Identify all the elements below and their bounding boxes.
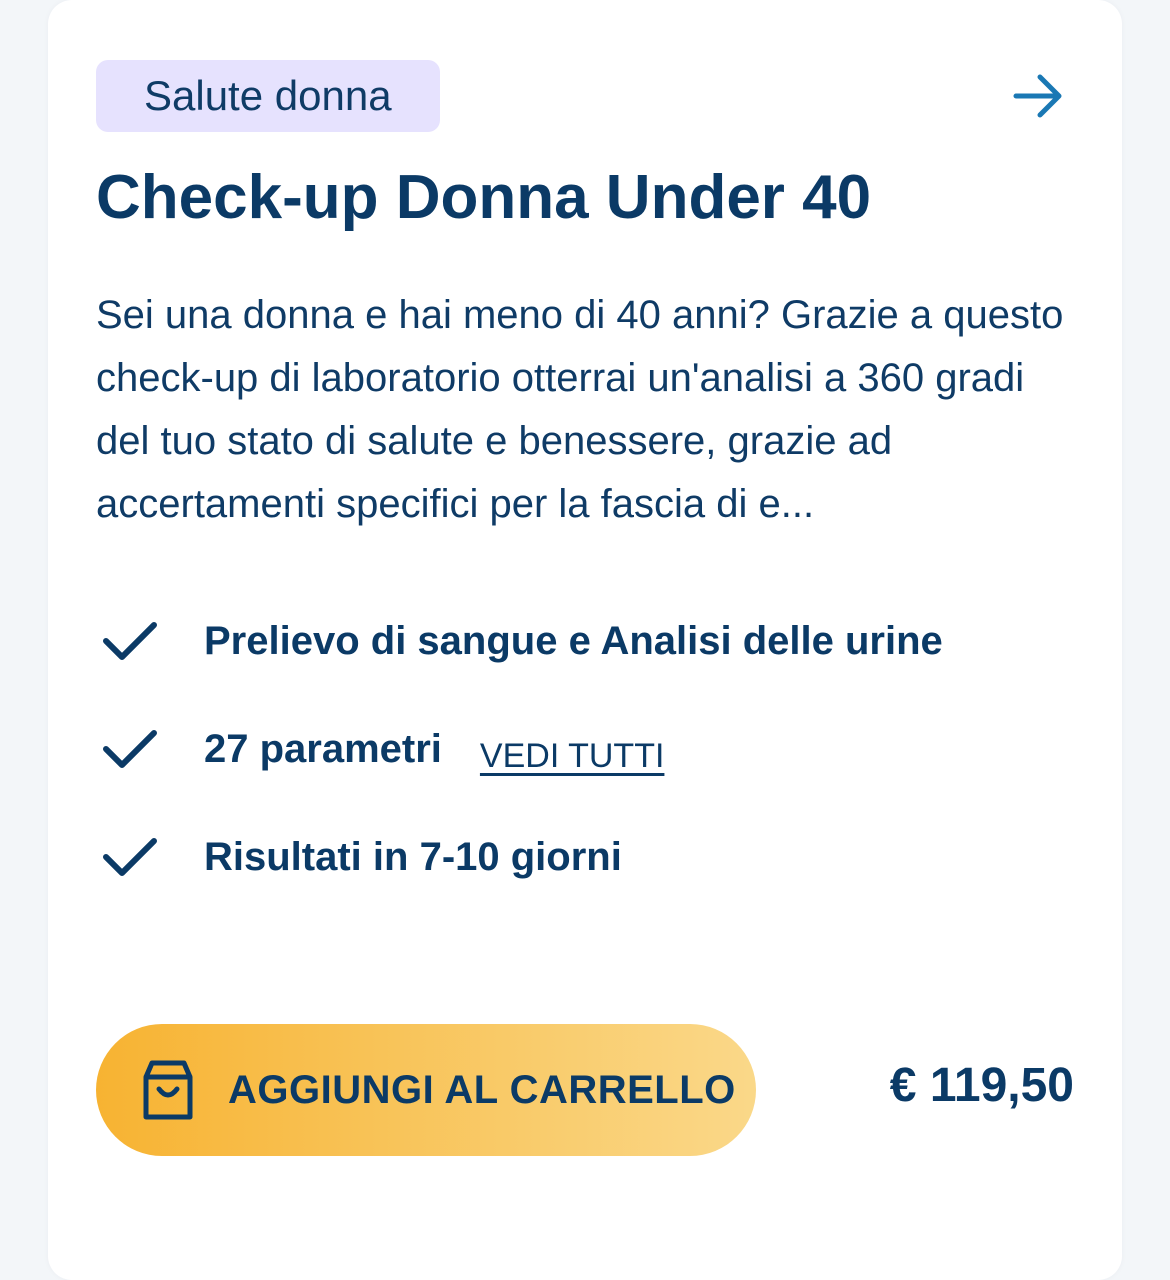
product-title: Check-up Donna Under 40 (96, 163, 872, 232)
check-icon (100, 827, 160, 887)
add-to-cart-label: AGGIUNGI AL CARRELLO (228, 1067, 736, 1112)
shopping-bag-icon (136, 1055, 200, 1125)
feature-item: Prelievo di sangue e Analisi delle urine (100, 606, 1080, 676)
feature-item: Risultati in 7-10 giorni (100, 822, 1080, 892)
feature-list: Prelievo di sangue e Analisi delle urine… (100, 606, 1080, 930)
feature-text: Risultati in 7-10 giorni (204, 834, 622, 879)
product-card: Salute donna Check-up Donna Under 40 Sei… (48, 0, 1122, 1280)
product-description: Sei una donna e hai meno di 40 anni? Gra… (96, 293, 1064, 526)
arrow-right-icon[interactable] (1006, 64, 1070, 128)
feature-text: 27 parametri (204, 726, 442, 771)
check-icon (100, 719, 160, 779)
feature-item: 27 parametri VEDI TUTTI (100, 714, 1080, 784)
feature-text: Prelievo di sangue e Analisi delle urine (204, 618, 943, 663)
add-to-cart-button[interactable]: AGGIUNGI AL CARRELLO (96, 1024, 756, 1156)
category-tag: Salute donna (96, 60, 440, 132)
price: € 119,50 (889, 1059, 1074, 1112)
see-all-parameters-link[interactable]: VEDI TUTTI (480, 737, 665, 776)
check-icon (100, 611, 160, 671)
